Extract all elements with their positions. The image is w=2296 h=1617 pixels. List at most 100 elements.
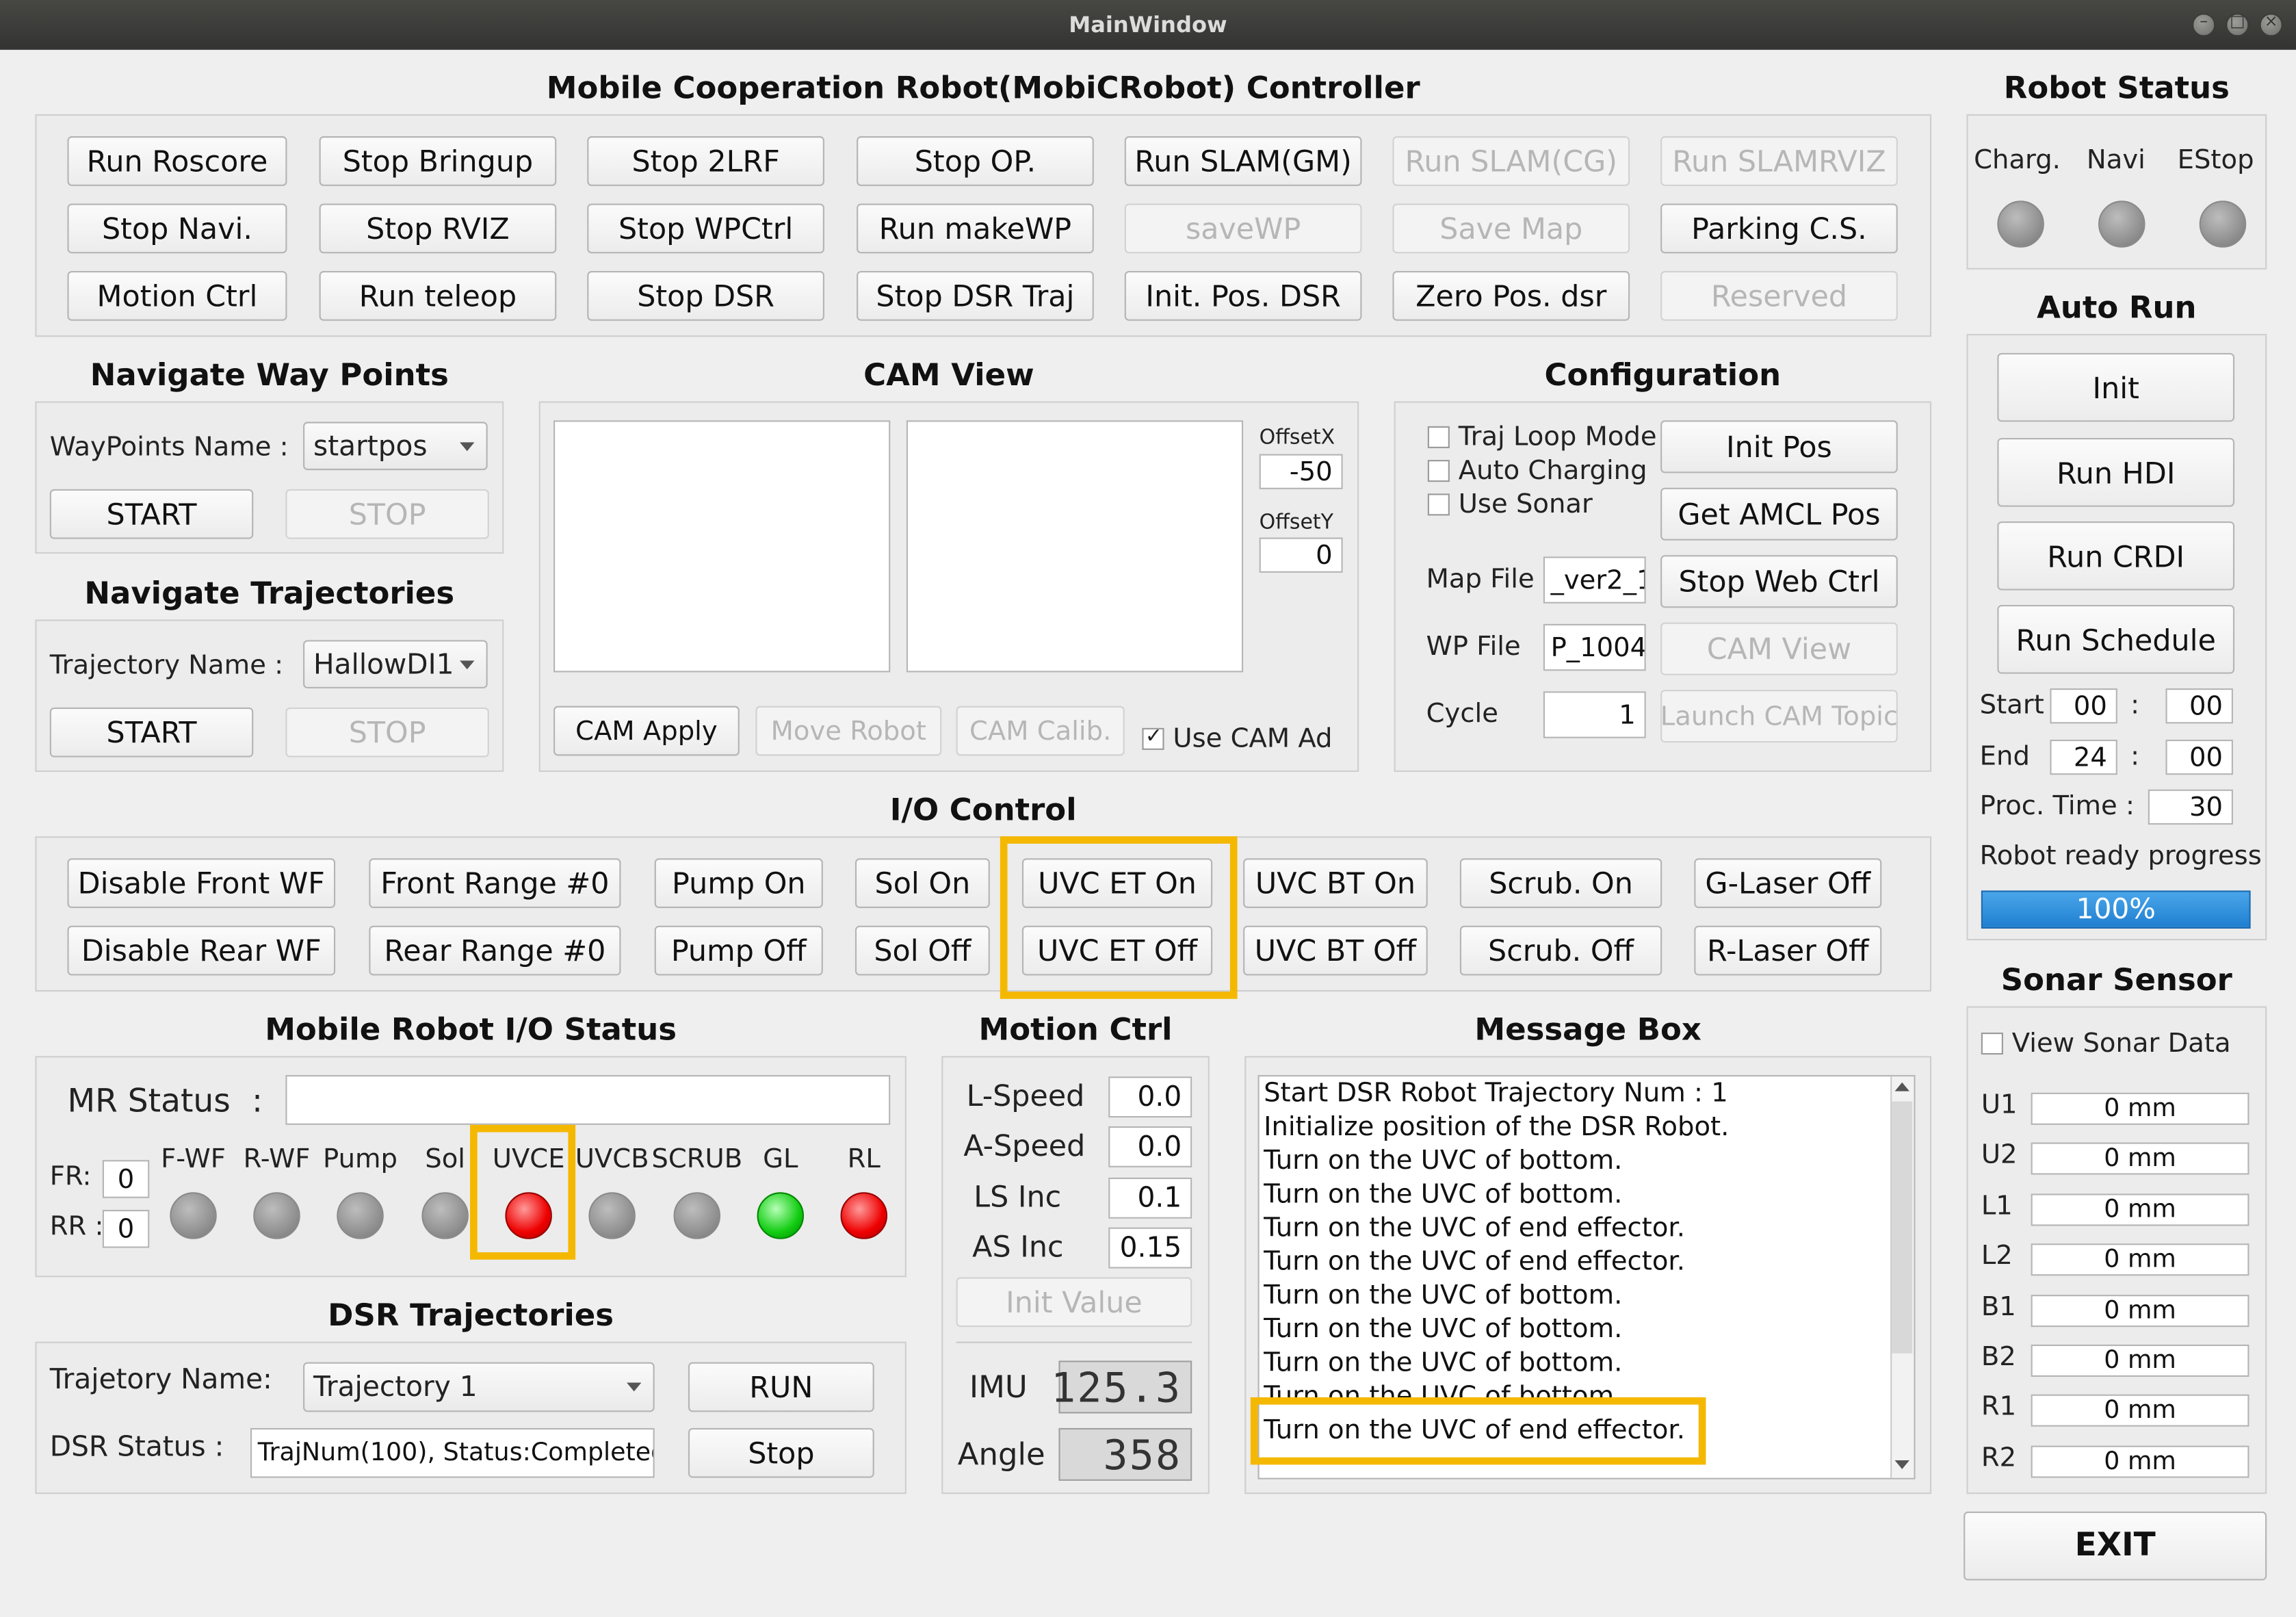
trajectory-combo[interactable]: HallowDI1 [303,640,488,688]
io-button-rear-range-0[interactable]: Rear Range #0 [369,925,621,976]
scroll-down-icon[interactable] [1894,1460,1909,1469]
sonar-value-u2[interactable]: 0 mm [2031,1143,2249,1176]
ctrl-button-zero-pos-dsr[interactable]: Zero Pos. dsr [1392,270,1630,321]
end-minute-input[interactable]: 00 [2165,739,2233,775]
ctrl-button-run-teleop[interactable]: Run teleop [319,270,557,321]
sonar-value-r2[interactable]: 0 mm [2031,1445,2249,1478]
offsety-input[interactable]: 0 [1259,537,1343,573]
l-speed-input[interactable]: 0.0 [1108,1076,1192,1118]
ctrl-button-stop-dsr-traj[interactable]: Stop DSR Traj [857,270,1094,321]
close-button[interactable]: × [2259,12,2283,37]
io-button-r-laser-off[interactable]: R-Laser Off [1694,925,1882,976]
mr-status-field[interactable] [285,1075,891,1125]
start-minute-input[interactable]: 00 [2165,688,2233,724]
view-sonar-checkbox[interactable] [1981,1032,2003,1055]
end-hour-input[interactable]: 24 [2050,739,2117,775]
ctrl-button-run-slamrviz[interactable]: Run SLAMRVIZ [1660,136,1898,186]
waypoints-combo[interactable]: startpos [303,422,488,471]
init-value-button[interactable]: Init Value [956,1277,1192,1328]
dsr-run-button[interactable]: RUN [688,1362,874,1412]
cycle-input[interactable]: 1 [1543,691,1646,738]
run-crdi-button[interactable]: Run CRDI [1997,521,2235,591]
traj-start-button[interactable]: START [49,707,254,758]
ctrl-button-run-roscore[interactable]: Run Roscore [67,136,287,186]
sonar-value-l2[interactable]: 0 mm [2031,1243,2249,1276]
estop-led [2199,200,2247,248]
cam-apply-button[interactable]: CAM Apply [553,706,740,756]
use-sonar-checkbox[interactable] [1427,493,1450,516]
io-button-uvc-bt-off[interactable]: UVC BT Off [1243,925,1428,976]
ctrl-button-run-slam-gm[interactable]: Run SLAM(GM) [1124,136,1362,186]
dsr-trajectory-combo[interactable]: Trajectory 1 [303,1362,655,1412]
map-file-input[interactable]: _ver2_1 [1543,556,1646,604]
traj-loop-checkbox[interactable] [1427,426,1450,448]
dsr-stop-button[interactable]: Stop [688,1427,874,1478]
get-amcl-pos-button[interactable]: Get AMCL Pos [1660,487,1898,541]
minimize-button[interactable]: – [2192,12,2216,37]
a-speed-input[interactable]: 0.0 [1108,1126,1192,1167]
io-button-pump-off[interactable]: Pump Off [654,925,823,976]
stop-web-ctrl-button[interactable]: Stop Web Ctrl [1660,555,1898,608]
exit-button[interactable]: EXIT [1964,1511,2267,1581]
ctrl-button-init-pos-dsr[interactable]: Init. Pos. DSR [1124,270,1362,321]
io-button-scrub-on[interactable]: Scrub. On [1459,858,1662,909]
init-pos-button[interactable]: Init Pos [1660,420,1898,474]
rr-input[interactable]: 0 [102,1209,150,1248]
ctrl-button-stop-navi[interactable]: Stop Navi. [67,203,287,254]
as-inc-input[interactable]: 0.15 [1108,1227,1192,1269]
ctrl-button-stop-op[interactable]: Stop OP. [857,136,1094,186]
wp-file-input[interactable]: P_1004 [1543,623,1646,671]
scrollbar-thumb[interactable] [1892,1101,1913,1354]
run-schedule-button[interactable]: Run Schedule [1997,604,2235,674]
ctrl-button-savewp[interactable]: saveWP [1124,203,1362,254]
minimize-icon: – [2200,12,2208,31]
ctrl-button-run-makewp[interactable]: Run makeWP [857,203,1094,254]
init-button[interactable]: Init [1997,352,2235,422]
ctrl-button-stop-wpctrl[interactable]: Stop WPCtrl [587,203,824,254]
ctrl-button-save-map[interactable]: Save Map [1392,203,1630,254]
io-button-scrub-off[interactable]: Scrub. Off [1459,925,1662,976]
ctrl-button-stop-bringup[interactable]: Stop Bringup [319,136,557,186]
sonar-value-u1[interactable]: 0 mm [2031,1092,2249,1125]
maximize-button[interactable]: □ [2226,12,2249,37]
wp-start-button[interactable]: START [49,489,254,539]
wp-stop-button[interactable]: STOP [285,489,489,539]
offsetx-input[interactable]: -50 [1259,454,1343,489]
cam-view-title: CAM View [863,357,1034,393]
sonar-label-r2: R2 [1981,1442,2017,1473]
io-button-sol-on[interactable]: Sol On [855,858,990,909]
ctrl-button-reserved[interactable]: Reserved [1660,270,1898,321]
io-button-disable-front-wf[interactable]: Disable Front WF [67,858,336,909]
cam-calib-button[interactable]: CAM Calib. [956,706,1125,756]
ls-inc-input[interactable]: 0.1 [1108,1177,1192,1219]
sonar-value-l1[interactable]: 0 mm [2031,1193,2249,1226]
io-button-front-range-0[interactable]: Front Range #0 [369,858,621,909]
ctrl-button-stop-2lrf[interactable]: Stop 2LRF [587,136,824,186]
start-hour-input[interactable]: 00 [2050,688,2117,724]
dsr-status-field[interactable]: TrajNum(100), Status:Completed [250,1427,655,1478]
io-button-uvc-bt-on[interactable]: UVC BT On [1243,858,1428,909]
cam-view-button[interactable]: CAM View [1660,622,1898,675]
run-hdi-button[interactable]: Run HDI [1997,437,2235,507]
auto-charging-checkbox[interactable] [1427,460,1450,482]
io-button-pump-on[interactable]: Pump On [654,858,823,909]
launch-cam-topic-button[interactable]: Launch CAM Topic [1660,690,1898,743]
ctrl-button-run-slam-cg[interactable]: Run SLAM(CG) [1392,136,1630,186]
use-cam-ad-checkbox[interactable] [1142,725,1164,750]
ctrl-button-stop-dsr[interactable]: Stop DSR [587,270,824,321]
move-robot-button[interactable]: Move Robot [755,706,942,756]
traj-stop-button[interactable]: STOP [285,707,489,758]
sonar-value-b2[interactable]: 0 mm [2031,1344,2249,1377]
io-button-g-laser-off[interactable]: G-Laser Off [1694,858,1882,909]
sonar-value-b1[interactable]: 0 mm [2031,1294,2249,1327]
ctrl-button-motion-ctrl[interactable]: Motion Ctrl [67,270,287,321]
io-button-disable-rear-wf[interactable]: Disable Rear WF [67,925,336,976]
sonar-value-r1[interactable]: 0 mm [2031,1395,2249,1427]
scroll-up-icon[interactable] [1894,1082,1909,1091]
ctrl-button-parking-c-s[interactable]: Parking C.S. [1660,203,1898,254]
dsr-name-label: Trajetory Name: [49,1363,272,1396]
ctrl-button-stop-rviz[interactable]: Stop RVIZ [319,203,557,254]
proc-time-input[interactable]: 30 [2148,789,2233,825]
io-button-sol-off[interactable]: Sol Off [855,925,990,976]
message-line: Turn on the UVC of bottom. [1264,1347,1623,1379]
